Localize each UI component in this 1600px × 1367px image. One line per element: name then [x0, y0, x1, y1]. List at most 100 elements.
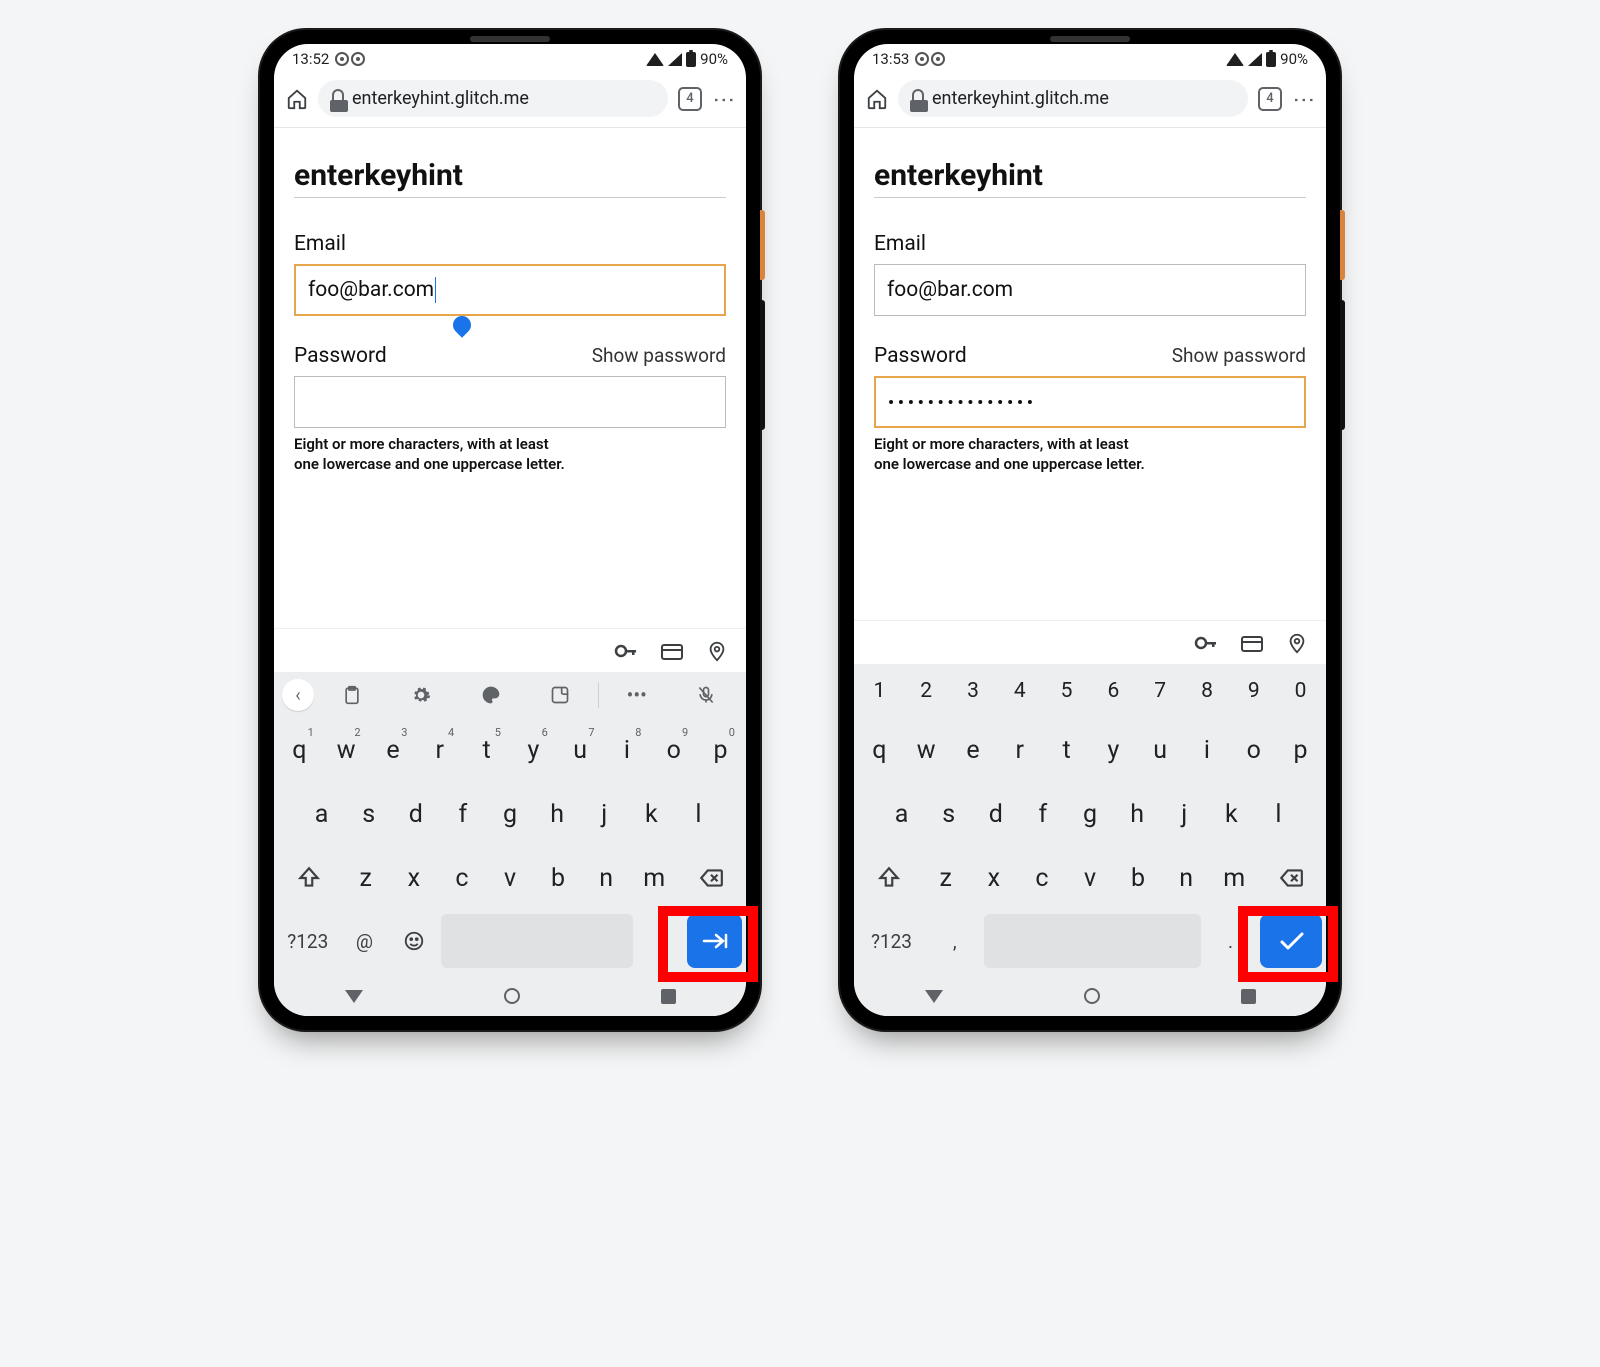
key-y[interactable]: y6 — [512, 722, 555, 778]
key-8[interactable]: 8 — [1186, 668, 1229, 714]
key-b[interactable]: b — [536, 850, 580, 906]
key-s[interactable]: s — [347, 786, 390, 842]
backspace-key[interactable] — [680, 850, 742, 906]
card-icon[interactable] — [1240, 633, 1264, 653]
nav-back-icon[interactable] — [345, 990, 363, 1003]
key-c[interactable]: c — [1020, 850, 1064, 906]
overflow-menu-icon[interactable]: ⋮ — [712, 89, 734, 109]
sticker-icon[interactable] — [529, 685, 593, 705]
enter-key[interactable] — [687, 914, 742, 968]
shift-key[interactable] — [278, 850, 340, 906]
more-icon[interactable]: ••• — [605, 683, 669, 707]
key-m[interactable]: m — [632, 850, 676, 906]
key-k[interactable]: k — [1210, 786, 1253, 842]
overflow-menu-icon[interactable]: ⋮ — [1292, 89, 1314, 109]
key-i[interactable]: i — [1186, 722, 1229, 778]
tab-switcher[interactable]: 4 — [1258, 87, 1282, 111]
key-q[interactable]: q — [858, 722, 901, 778]
key-x[interactable]: x — [392, 850, 436, 906]
key-z[interactable]: z — [344, 850, 388, 906]
location-pin-icon[interactable] — [706, 640, 728, 662]
nav-back-icon[interactable] — [925, 990, 943, 1003]
symbols-key[interactable]: ?123 — [278, 914, 338, 968]
space-key[interactable] — [984, 914, 1200, 968]
key-4[interactable]: 4 — [998, 668, 1041, 714]
key-m[interactable]: m — [1212, 850, 1256, 906]
key-q[interactable]: q1 — [278, 722, 321, 778]
space-key[interactable] — [441, 914, 633, 968]
key-b[interactable]: b — [1116, 850, 1160, 906]
key-2[interactable]: 2 — [905, 668, 948, 714]
backspace-key[interactable] — [1260, 850, 1322, 906]
period-key[interactable]: . — [637, 914, 683, 968]
home-icon[interactable] — [286, 88, 308, 110]
shift-key[interactable] — [858, 850, 920, 906]
key-icon[interactable] — [1194, 633, 1218, 653]
key-5[interactable]: 5 — [1045, 668, 1088, 714]
key-a[interactable]: a — [880, 786, 923, 842]
key-l[interactable]: l — [1257, 786, 1300, 842]
key-g[interactable]: g — [1068, 786, 1111, 842]
key-h[interactable]: h — [536, 786, 579, 842]
key-6[interactable]: 6 — [1092, 668, 1135, 714]
key-1[interactable]: 1 — [858, 668, 901, 714]
key-f[interactable]: f — [441, 786, 484, 842]
alt-char-key[interactable]: @ — [342, 914, 388, 968]
key-k[interactable]: k — [630, 786, 673, 842]
key-g[interactable]: g — [488, 786, 531, 842]
email-field[interactable]: foo@bar.com — [294, 264, 726, 316]
password-field[interactable]: ••••••••••••••• — [874, 376, 1306, 428]
key-t[interactable]: t — [1045, 722, 1088, 778]
show-password-toggle[interactable]: Show password — [592, 344, 726, 367]
key-p[interactable]: p0 — [699, 722, 742, 778]
url-bar[interactable]: enterkeyhint.glitch.me — [318, 80, 668, 117]
key-z[interactable]: z — [924, 850, 968, 906]
key-n[interactable]: n — [584, 850, 628, 906]
key-r[interactable]: r4 — [418, 722, 461, 778]
nav-home-icon[interactable] — [1084, 988, 1100, 1004]
home-icon[interactable] — [866, 88, 888, 110]
url-bar[interactable]: enterkeyhint.glitch.me — [898, 80, 1248, 117]
key-n[interactable]: n — [1164, 850, 1208, 906]
key-e[interactable]: e3 — [372, 722, 415, 778]
key-s[interactable]: s — [927, 786, 970, 842]
key-7[interactable]: 7 — [1139, 668, 1182, 714]
key-v[interactable]: v — [1068, 850, 1112, 906]
key-t[interactable]: t5 — [465, 722, 508, 778]
show-password-toggle[interactable]: Show password — [1172, 344, 1306, 367]
tab-switcher[interactable]: 4 — [678, 87, 702, 111]
key-x[interactable]: x — [972, 850, 1016, 906]
key-f[interactable]: f — [1021, 786, 1064, 842]
symbols-key[interactable]: ?123 — [858, 914, 925, 968]
key-w[interactable]: w — [905, 722, 948, 778]
key-j[interactable]: j — [583, 786, 626, 842]
mic-off-icon[interactable] — [675, 684, 739, 706]
period-key[interactable]: . — [1205, 914, 1257, 968]
key-i[interactable]: i8 — [606, 722, 649, 778]
enter-key[interactable] — [1260, 914, 1322, 968]
key-9[interactable]: 9 — [1232, 668, 1275, 714]
key-y[interactable]: y — [1092, 722, 1135, 778]
key-0[interactable]: 0 — [1279, 668, 1322, 714]
key-d[interactable]: d — [974, 786, 1017, 842]
key-h[interactable]: h — [1116, 786, 1159, 842]
key-p[interactable]: p — [1279, 722, 1322, 778]
card-icon[interactable] — [660, 641, 684, 661]
key-c[interactable]: c — [440, 850, 484, 906]
key-j[interactable]: j — [1163, 786, 1206, 842]
key-v[interactable]: v — [488, 850, 532, 906]
nav-recents-icon[interactable] — [1241, 989, 1256, 1004]
key-d[interactable]: d — [394, 786, 437, 842]
nav-home-icon[interactable] — [504, 988, 520, 1004]
key-icon[interactable] — [614, 641, 638, 661]
email-field[interactable]: foo@bar.com — [874, 264, 1306, 316]
key-o[interactable]: o — [1232, 722, 1275, 778]
location-pin-icon[interactable] — [1286, 632, 1308, 654]
gear-icon[interactable] — [390, 685, 454, 705]
key-w[interactable]: w2 — [325, 722, 368, 778]
emoji-key[interactable] — [391, 914, 437, 968]
key-l[interactable]: l — [677, 786, 720, 842]
kb-collapse-icon[interactable]: ‹ — [282, 679, 314, 711]
password-field[interactable] — [294, 376, 726, 428]
key-u[interactable]: u — [1139, 722, 1182, 778]
